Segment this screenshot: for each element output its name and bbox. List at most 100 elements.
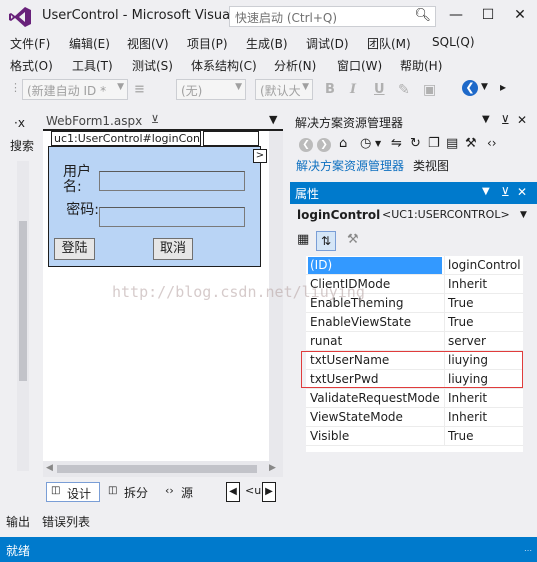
menu-item-help[interactable]: 帮助(H)	[400, 57, 442, 74]
username-input[interactable]	[99, 171, 245, 191]
history-icon[interactable]: ◷	[360, 136, 371, 151]
underline-button[interactable]: U	[374, 82, 385, 97]
tab-error-list[interactable]: 错误列表	[42, 513, 90, 530]
property-value[interactable]: True	[448, 296, 474, 310]
italic-button[interactable]: I	[350, 82, 356, 97]
property-row[interactable]: Visible True	[306, 427, 523, 446]
property-row[interactable]: runat server	[306, 332, 523, 351]
chevron-down-icon[interactable]: ▼	[520, 210, 527, 220]
categorized-icon[interactable]: ▦	[297, 232, 309, 247]
font-name-dropdown[interactable]: (无) ▼	[176, 79, 246, 100]
property-value[interactable]: True	[448, 429, 474, 443]
menu-item-format[interactable]: 格式(O)	[10, 57, 53, 74]
pin-icon[interactable]: ⊻	[501, 185, 510, 199]
back-icon[interactable]: ❮	[299, 138, 313, 152]
scrollbar-thumb[interactable]	[19, 221, 27, 381]
column-divider	[444, 275, 445, 294]
search-icon[interactable]: 🔍︎	[414, 8, 431, 23]
toolbar-options-icon[interactable]: ▸	[500, 80, 506, 94]
copy-icon[interactable]: ❐	[428, 136, 440, 151]
scroll-left-icon[interactable]: ◀	[46, 463, 53, 473]
chevron-down-icon[interactable]: ▼	[481, 82, 488, 92]
property-value[interactable]: Inherit	[448, 391, 487, 405]
login-user-control[interactable]: 用户名: 密码: 登陆 取消 >	[48, 146, 267, 267]
font-size-dropdown[interactable]: (默认大 ▼	[255, 79, 313, 100]
visual-studio-logo-icon	[9, 7, 31, 27]
bold-button[interactable]: B	[325, 82, 335, 97]
tag-prev-button[interactable]: ◀	[226, 482, 240, 502]
property-pages-icon[interactable]: ⚒	[347, 232, 359, 247]
quick-launch-input[interactable]: 快速启动 (Ctrl+Q) 🔍︎	[229, 6, 436, 27]
property-row[interactable]: (ID) loginControl	[306, 256, 523, 275]
property-value[interactable]: True	[448, 315, 474, 329]
forward-icon[interactable]: ❯	[317, 138, 331, 152]
resize-grip-icon[interactable]: ⋯	[524, 546, 532, 555]
code-icon[interactable]: ‹›	[487, 136, 497, 150]
chevron-down-icon[interactable]: ▼	[482, 186, 490, 197]
vertical-scrollbar[interactable]	[17, 161, 29, 471]
tab-webform1[interactable]: WebForm1.aspx ⊻	[43, 111, 163, 131]
font-color-icon[interactable]: ✎	[398, 82, 410, 98]
password-input[interactable]	[99, 207, 245, 227]
pane-options-icon[interactable]: ·x	[14, 116, 25, 130]
alphabetical-icon[interactable]: ⇅	[316, 231, 336, 251]
menu-item-build[interactable]: 生成(B)	[246, 35, 288, 52]
search-tab[interactable]: 搜索	[10, 137, 34, 154]
property-value[interactable]: server	[448, 334, 486, 348]
property-value[interactable]: Inherit	[448, 410, 487, 424]
chevron-down-icon[interactable]: ▼	[375, 139, 381, 148]
pin-icon[interactable]: ⊻	[501, 113, 510, 127]
properties-object-type: <UC1:USERCONTROL>	[382, 208, 510, 221]
block-format-dropdown[interactable]: (新建自动 ID * ▼	[22, 79, 128, 100]
property-row[interactable]: ValidateRequestMode Inherit	[306, 389, 523, 408]
tag-next-button[interactable]: ▶	[262, 482, 276, 502]
menu-item-edit[interactable]: 编辑(E)	[69, 35, 110, 52]
property-value[interactable]: Inherit	[448, 277, 487, 291]
minimize-icon[interactable]: —	[443, 4, 469, 26]
tab-solution-explorer[interactable]: 解决方案资源管理器	[296, 157, 404, 174]
highlight-icon[interactable]: ▣	[423, 82, 436, 98]
home-icon[interactable]: ⌂	[339, 136, 347, 151]
smart-tag-button[interactable]: >	[253, 149, 267, 163]
tab-output[interactable]: 输出	[6, 513, 30, 530]
menu-item-analyze[interactable]: 分析(N)	[274, 57, 316, 74]
tab-class-view[interactable]: 类视图	[413, 157, 449, 174]
design-view-button[interactable]: ◫ 设计	[46, 482, 100, 502]
window-title: UserControl - Microsoft Visual...	[42, 8, 247, 23]
tag-navigator[interactable]: <u	[245, 484, 261, 497]
property-row[interactable]: ViewStateMode Inherit	[306, 408, 523, 427]
source-view-button[interactable]: 源	[181, 484, 193, 501]
menu-item-project[interactable]: 项目(P)	[187, 35, 228, 52]
close-icon[interactable]: ✕	[507, 4, 533, 26]
chevron-down-icon[interactable]: ▼	[482, 114, 490, 125]
login-button[interactable]: 登陆	[54, 238, 95, 260]
show-all-files-icon[interactable]: ▤	[446, 136, 458, 151]
menu-item-window[interactable]: 窗口(W)	[337, 57, 382, 74]
close-icon[interactable]: ✕	[517, 185, 527, 199]
split-view-button[interactable]: 拆分	[124, 484, 148, 501]
maximize-icon[interactable]: ☐	[475, 4, 501, 26]
horizontal-scrollbar[interactable]: ◀ ▶	[43, 461, 283, 477]
style-icon[interactable]: ≡	[134, 82, 145, 97]
menu-item-file[interactable]: 文件(F)	[10, 35, 50, 52]
menu-item-team[interactable]: 团队(M)	[367, 35, 411, 52]
property-value[interactable]: loginControl	[448, 258, 521, 272]
user-control-tag-label: uc1:UserControl#loginControl	[51, 131, 201, 146]
menu-item-architecture[interactable]: 体系结构(C)	[191, 57, 257, 74]
menu-item-tools[interactable]: 工具(T)	[72, 57, 113, 74]
close-icon[interactable]: ✕	[517, 113, 527, 127]
cancel-button[interactable]: 取消	[153, 238, 193, 260]
menu-item-sql[interactable]: SQL(Q)	[432, 35, 475, 49]
properties-icon[interactable]: ⚒	[465, 136, 477, 151]
menu-item-test[interactable]: 测试(S)	[132, 57, 173, 74]
property-row[interactable]: EnableViewState True	[306, 313, 523, 332]
scrollbar-thumb[interactable]	[57, 465, 257, 473]
tab-dropdown-icon[interactable]: ▼	[269, 113, 277, 126]
back-arrow-icon[interactable]: ❮	[462, 80, 478, 96]
menu-item-debug[interactable]: 调试(D)	[306, 35, 349, 52]
pin-icon[interactable]: ⊻	[151, 113, 159, 126]
scroll-right-icon[interactable]: ▶	[269, 463, 276, 473]
collapse-icon[interactable]: ⇋	[391, 136, 402, 151]
menu-item-view[interactable]: 视图(V)	[127, 35, 169, 52]
refresh-icon[interactable]: ↻	[410, 136, 421, 151]
